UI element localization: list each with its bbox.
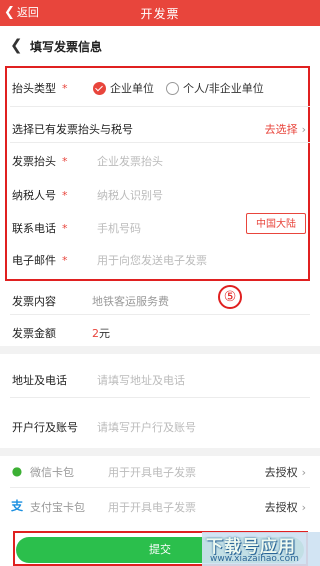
divider — [10, 397, 310, 398]
header-type-label: 抬头类型 * — [12, 82, 68, 95]
address-label: 地址及电话 — [12, 374, 67, 387]
required-fields-highlight — [5, 66, 310, 281]
bank-label: 开户行及账号 — [12, 421, 78, 434]
section-gap — [0, 448, 320, 456]
phone-label: 联系电话 * — [12, 222, 68, 235]
invoice-content-label: 发票内容 — [12, 295, 56, 308]
chevron-right-icon: › — [301, 466, 306, 479]
page-header: ❮ 填写发票信息 — [0, 26, 320, 66]
invoice-amount-row: 发票金额 2元 — [0, 325, 320, 341]
page-title: 填写发票信息 — [30, 40, 103, 54]
select-existing-label: 选择已有发票抬头与税号 — [12, 123, 133, 136]
alipay-wallet-label: 支付宝卡包 — [30, 501, 85, 514]
radio-checked-icon — [93, 81, 106, 95]
email-row: 电子邮件 * 用于向您发送电子发票 — [0, 252, 320, 268]
taxpayer-id-input[interactable]: 纳税人识别号 — [97, 187, 163, 203]
alipay-wallet-desc: 用于开具电子发票 — [108, 501, 196, 514]
region-select-button[interactable]: 中国大陆 — [246, 213, 306, 234]
divider — [10, 106, 310, 107]
chevron-right-icon: › — [301, 501, 306, 514]
bank-row: 开户行及账号 请填写开户行及账号 — [0, 419, 320, 435]
radio-personal-label: 个人/非企业单位 — [183, 82, 264, 95]
invoice-header-input[interactable]: 企业发票抬头 — [97, 153, 163, 169]
invoice-header-label: 发票抬头 * — [12, 155, 68, 168]
invoice-amount-label: 发票金额 — [12, 327, 56, 340]
radio-company-label: 企业单位 — [110, 82, 154, 95]
watermark-sub-text: www.xiazaihao.com — [210, 554, 299, 564]
back-arrow-icon[interactable]: ❮ — [10, 36, 23, 54]
chevron-right-icon: › — [301, 123, 306, 136]
watermark-logo: 下载号应用 www.xiazaihao.com — [202, 532, 320, 566]
bank-input[interactable]: 请填写开户行及账号 — [97, 419, 196, 435]
address-input[interactable]: 请填写地址及电话 — [97, 372, 185, 388]
top-bar: ❮ 返回 开发票 — [0, 0, 320, 26]
alipay-authorize-link[interactable]: 去授权 › — [265, 499, 306, 515]
taxpayer-id-label: 纳税人号 * — [12, 189, 68, 202]
header-type-row: 抬头类型 * 企业单位 个人/非企业单位 — [0, 80, 320, 96]
address-row: 地址及电话 请填写地址及电话 — [0, 372, 320, 388]
invoice-content-row: 发票内容 地铁客运服务费 — [0, 293, 320, 309]
radio-personal[interactable]: 个人/非企业单位 — [166, 80, 264, 96]
radio-company[interactable]: 企业单位 — [93, 80, 154, 96]
radio-unchecked-icon — [166, 81, 179, 95]
invoice-header-row: 发票抬头 * 企业发票抬头 — [0, 153, 320, 169]
email-label: 电子邮件 * — [12, 254, 68, 267]
choose-link[interactable]: 去选择 › — [265, 121, 306, 137]
invoice-amount-value: 2元 — [92, 327, 110, 340]
select-existing-row[interactable]: 选择已有发票抬头与税号 去选择 › — [0, 121, 320, 137]
alipay-icon: 支 — [10, 499, 23, 513]
divider — [10, 314, 310, 315]
wechat-authorize-link[interactable]: 去授权 › — [265, 464, 306, 480]
window-title: 开发票 — [140, 7, 180, 21]
divider — [10, 487, 310, 488]
divider — [10, 142, 310, 143]
wechat-icon: ● — [11, 464, 23, 478]
section-gap — [0, 346, 320, 354]
invoice-content-value: 地铁客运服务费 — [92, 295, 169, 308]
email-input[interactable]: 用于向您发送电子发票 — [97, 252, 207, 268]
taxpayer-id-row: 纳税人号 * 纳税人识别号 — [0, 187, 320, 203]
wechat-wallet-label: 微信卡包 — [30, 466, 74, 479]
wechat-wallet-row[interactable]: ● 微信卡包 用于开具电子发票 去授权 › — [0, 464, 320, 480]
phone-input[interactable]: 手机号码 — [97, 220, 141, 236]
alipay-wallet-row[interactable]: 支 支付宝卡包 用于开具电子发票 去授权 › — [0, 499, 320, 515]
wechat-wallet-desc: 用于开具电子发票 — [108, 466, 196, 479]
